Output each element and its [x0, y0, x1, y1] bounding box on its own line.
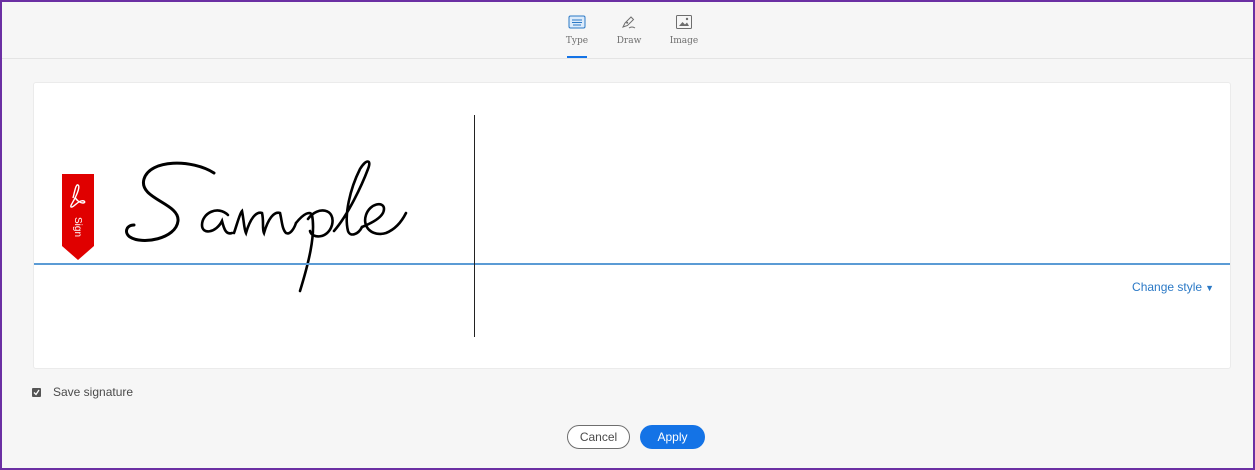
save-signature-label: Save signature	[53, 385, 134, 399]
signature-baseline	[34, 263, 1230, 265]
tab-draw[interactable]: Draw	[609, 14, 649, 58]
tab-type-label: Type	[565, 36, 589, 46]
tab-draw-label: Draw	[616, 36, 642, 46]
signature-canvas[interactable]: Sign Change style ▼	[33, 82, 1231, 369]
sign-here-flag-icon: Sign	[62, 174, 94, 260]
text-cursor	[474, 115, 475, 337]
signature-preview	[125, 160, 408, 293]
cancel-button[interactable]: Cancel	[567, 425, 630, 449]
apply-button[interactable]: Apply	[640, 425, 705, 449]
keyboard-icon	[568, 15, 586, 29]
tab-type[interactable]: Type	[557, 14, 597, 58]
signature-dialog: Type Draw Image Sign Change style ▼ Save…	[0, 0, 1255, 470]
tab-image[interactable]: Image	[664, 14, 704, 58]
signature-mode-tabs: Type Draw Image	[2, 2, 1253, 59]
sign-flag-label: Sign	[72, 217, 83, 237]
active-tab-indicator	[567, 56, 587, 58]
checkmark-icon	[33, 389, 40, 396]
save-signature-option[interactable]: Save signature	[32, 385, 133, 399]
caret-down-icon: ▼	[1205, 283, 1214, 293]
change-style-link[interactable]: Change style ▼	[1132, 280, 1214, 294]
save-signature-checkbox[interactable]	[32, 387, 41, 397]
pen-icon	[622, 16, 636, 29]
image-icon	[676, 15, 692, 29]
change-style-label: Change style	[1132, 280, 1203, 294]
tab-image-label: Image	[669, 36, 699, 46]
